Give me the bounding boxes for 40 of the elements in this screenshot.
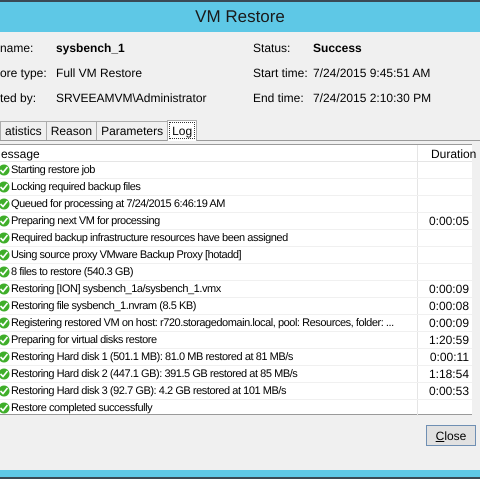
log-message: Restoring Hard disk 1 (501.1 MB): 81.0 MB restored at 81 MB/s [11, 350, 293, 365]
tab[interactable]: atistics [0, 121, 47, 140]
field-label: ted by: [0, 90, 38, 106]
column-header[interactable]: essage [0, 145, 417, 161]
log-message: Restoring Hard disk 3 (92.7 GB): 4.2 GB restored at 101 MB/s [11, 384, 286, 399]
log-message: Restoring Hard disk 2 (447.1 GB): 391.5 GB restored at 85 MB/s [11, 366, 298, 382]
field-label: ore type: [0, 64, 48, 82]
duration-text: 0:00:53 [428, 383, 469, 400]
log-message: Locking required backup files [11, 180, 140, 195]
window-title: VM Restore [195, 6, 285, 28]
log-message: Queued for processing at 7/24/2015 6:46:19 AM [11, 196, 225, 212]
log-message: Registering restored VM on host: r720.storagedomain.local, pool: Resources, folder: ... [11, 316, 394, 331]
log-message: Using source proxy VMware Backup Proxy [hotadd] [11, 248, 242, 263]
field-value: 7/24/2015 2:10:30 PM [313, 90, 432, 106]
log-message: Restore completed successfully [11, 400, 152, 416]
duration-text: 1:18:54 [428, 366, 469, 383]
log-message: Restoring [ION] sysbench_1a/sysbench_1.vmx [11, 282, 221, 297]
field-label: Status: [253, 40, 292, 56]
field-value: SRVEEAMVM\Administrator [56, 90, 206, 106]
log-message: Required backup infrastructure resources have been assigned [11, 230, 288, 246]
close-button[interactable]: Close [426, 425, 476, 446]
field-value: Full VM Restore [56, 64, 142, 82]
field-label: End time: [253, 90, 305, 106]
field-value: sysbench_1 [56, 40, 125, 56]
duration-text: 0:00:09 [428, 281, 469, 298]
tab[interactable]: Log [167, 120, 198, 141]
field-label: Start time: [253, 64, 309, 82]
duration-text: 0:00:09 [428, 315, 469, 332]
duration-text: 0:00:08 [428, 298, 469, 315]
duration-text: 1:20:59 [428, 332, 469, 349]
log-message: Preparing for virtual disks restore [11, 332, 157, 348]
log-message: Starting restore job [11, 162, 95, 178]
log-message: 8 files to restore (540.3 GB) [11, 264, 134, 280]
log-message: Preparing next VM for processing [11, 214, 160, 229]
duration-text: 0:00:11 [430, 349, 469, 366]
log-message: Restoring file sysbench_1.nvram (8.5 KB) [11, 298, 196, 314]
duration-text: 0:00:05 [428, 213, 469, 230]
field-value: 7/24/2015 9:45:51 AM [313, 64, 430, 82]
field-value: Success [313, 40, 362, 56]
field-label: name: [0, 40, 34, 56]
